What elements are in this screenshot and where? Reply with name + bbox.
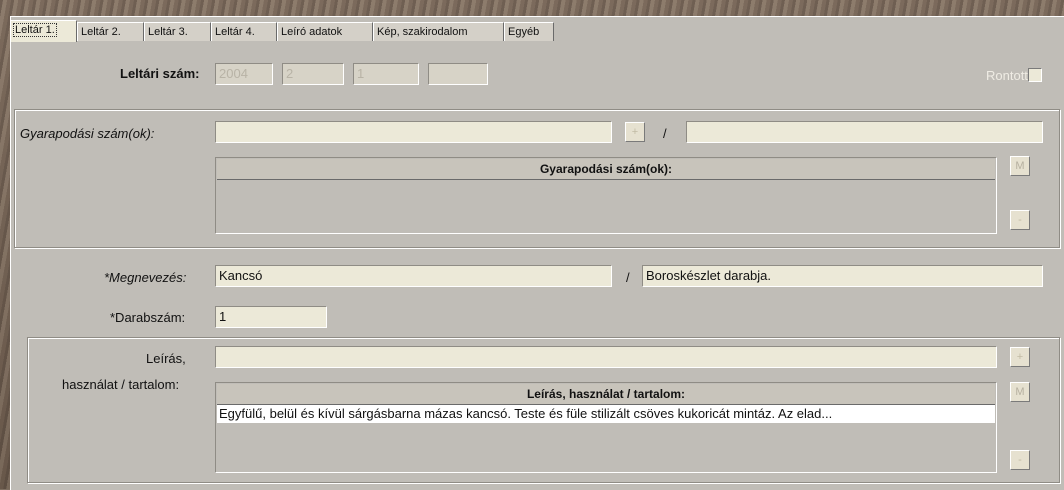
leiras-m-button[interactable]: M [1010,382,1030,402]
megnevezes-separator: / [626,270,630,285]
leltari-szam-4-field[interactable] [428,63,488,85]
tab-label: Leltár 1. [13,23,57,37]
leiras-grid[interactable]: Leírás, használat / tartalom: Egyfülű, b… [215,382,997,473]
leiras-remove-button[interactable]: - [1010,450,1030,470]
leiras-grid-header: Leírás, használat / tartalom: [217,384,995,405]
gyarapodasi-label: Gyarapodási szám(ok): [20,126,155,141]
gyarapodasi-separator: / [663,126,667,141]
gyarapodasi-add-button[interactable]: + [625,122,645,142]
leltari-szam-label: Leltári szám: [120,66,200,81]
tab-leltar-1[interactable]: Leltár 1. [10,20,77,42]
leiras-label-line1: Leírás, [146,351,186,366]
gyarapodasi-remove-button[interactable]: - [1010,210,1030,230]
rontott-label: Rontott: [986,68,1032,83]
gyarapodasi-field-2[interactable] [686,121,1043,143]
tab-leltar-2[interactable]: Leltár 2. [77,22,144,41]
tab-leltar-3[interactable]: Leltár 3. [144,22,211,41]
tab-leiro-adatok[interactable]: Leíró adatok [277,22,373,41]
gyarapodasi-grid[interactable]: Gyarapodási szám(ok): [215,157,997,234]
megnevezes-field-2[interactable]: Boroskészlet darabja. [642,265,1043,287]
darabszam-label: *Darabszám: [110,310,186,325]
tab-leltar-4[interactable]: Leltár 4. [211,22,277,41]
tab-egyeb[interactable]: Egyéb [504,22,554,41]
darabszam-field[interactable]: 1 [215,306,327,328]
leiras-grid-row[interactable]: Egyfülű, belül és kívül sárgásbarna máza… [217,405,995,423]
megnevezes-label: *Megnevezés: [104,270,187,285]
leiras-label-line2: használat / tartalom: [62,377,180,392]
leltari-szam-2-field[interactable]: 2 [282,63,344,85]
leiras-field[interactable] [215,346,997,368]
tab-kep-szakirodalom[interactable]: Kép, szakirodalom [373,22,504,41]
leiras-add-button[interactable]: + [1010,347,1030,367]
leltari-szam-3-field[interactable]: 1 [353,63,419,85]
megnevezes-field[interactable]: Kancsó [215,265,612,287]
leltari-ev-field[interactable]: 2004 [215,63,273,85]
gyarapodasi-m-button[interactable]: M [1010,156,1030,176]
rontott-checkbox[interactable] [1028,68,1042,82]
gyarapodasi-field[interactable] [215,121,612,143]
gyarapodasi-grid-header: Gyarapodási szám(ok): [217,159,995,180]
